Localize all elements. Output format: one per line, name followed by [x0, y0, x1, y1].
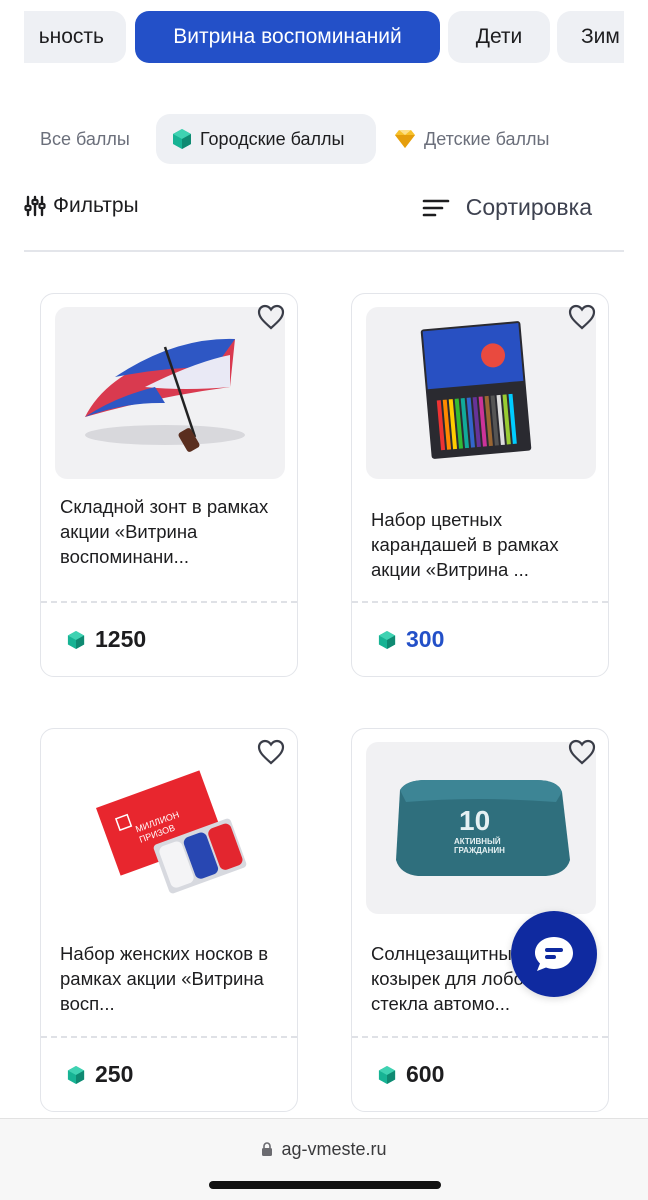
- diamond-icon: [395, 130, 415, 148]
- product-card[interactable]: МИЛЛИОНПРИЗОВ Набор женских носков в рам…: [40, 728, 298, 1112]
- product-title: Складной зонт в рамках акции «Витрина во…: [60, 496, 269, 567]
- city-gem-icon: [67, 1065, 85, 1084]
- sort-button[interactable]: Сортировка: [422, 194, 592, 221]
- card-divider: [41, 1036, 297, 1038]
- tab-kids[interactable]: Дети: [448, 11, 550, 63]
- url-field[interactable]: ag-vmeste.ru: [0, 1139, 648, 1160]
- product-image-socks: МИЛЛИОНПРИЗОВ: [55, 742, 285, 914]
- product-price: 1250: [67, 626, 146, 653]
- tab-label: ьность: [38, 25, 104, 48]
- city-gem-icon: [67, 630, 85, 649]
- sliders-icon: [24, 195, 46, 217]
- product-price: 250: [67, 1061, 133, 1088]
- tab-label: Витрина воспоминаний: [173, 25, 402, 48]
- product-image-sunshade: 10 АКТИВНЫЙ ГРАЖДАНИН: [366, 742, 596, 914]
- chat-button[interactable]: [511, 911, 597, 997]
- product-title: Набор женских носков в рамках акции «Вит…: [60, 943, 269, 1014]
- product-title: Набор цветных карандашей в рамках акции …: [371, 509, 559, 580]
- price-value: 300: [406, 626, 445, 652]
- product-card[interactable]: Складной зонт в рамках акции «Витрина во…: [40, 293, 298, 677]
- points-filter: Все баллы Городские баллы Детские баллы: [24, 114, 624, 164]
- price-value: 1250: [95, 626, 147, 652]
- price-value: 600: [406, 1061, 445, 1087]
- filters-button[interactable]: Фильтры: [24, 194, 139, 218]
- chip-label: Городские баллы: [200, 128, 345, 149]
- card-divider: [41, 601, 297, 603]
- heart-icon[interactable]: [257, 304, 285, 330]
- tab-label: Дети: [475, 25, 523, 48]
- product-image-umbrella: [55, 307, 285, 479]
- chip-label: Детские баллы: [424, 128, 550, 149]
- sort-icon: [422, 199, 450, 216]
- chip-kids-points[interactable]: Детские баллы: [394, 114, 549, 164]
- toolbar: Фильтры Сортировка: [24, 186, 624, 234]
- toolbar-divider: [24, 250, 624, 252]
- category-tabs: ьность Витрина воспоминаний Дети Зим: [0, 11, 648, 65]
- chat-icon: [535, 937, 573, 971]
- sort-label: Сортировка: [465, 194, 592, 220]
- shade-number: 10: [459, 805, 490, 836]
- tab-memory-showcase[interactable]: Витрина воспоминаний: [135, 11, 440, 63]
- browser-address-bar: ag-vmeste.ru: [0, 1118, 648, 1200]
- city-gem-icon: [173, 129, 191, 149]
- product-image-pencils: [366, 307, 596, 479]
- product-card[interactable]: Набор цветных карандашей в рамках акции …: [351, 293, 609, 677]
- shade-caption: АКТИВНЫЙ ГРАЖДАНИН: [454, 837, 505, 855]
- card-divider: [352, 1036, 608, 1038]
- filters-label: Фильтры: [53, 194, 139, 217]
- lock-icon: [262, 1142, 273, 1156]
- price-value: 250: [95, 1061, 134, 1087]
- tabs-fade-left: [0, 11, 24, 65]
- home-indicator: [209, 1181, 441, 1189]
- card-divider: [352, 601, 608, 603]
- heart-icon[interactable]: [257, 739, 285, 765]
- city-gem-icon: [378, 630, 396, 649]
- tabs-fade-right: [624, 11, 648, 65]
- product-price: 300: [378, 626, 444, 653]
- url-text: ag-vmeste.ru: [281, 1139, 387, 1159]
- heart-icon[interactable]: [568, 739, 596, 765]
- chip-label: Все баллы: [40, 128, 130, 149]
- tab-label: Зим: [581, 25, 620, 48]
- chip-all-points[interactable]: Все баллы: [40, 114, 130, 164]
- heart-icon[interactable]: [568, 304, 596, 330]
- city-gem-icon: [378, 1065, 396, 1084]
- product-price: 600: [378, 1061, 444, 1088]
- chip-city-points[interactable]: Городские баллы: [156, 114, 376, 164]
